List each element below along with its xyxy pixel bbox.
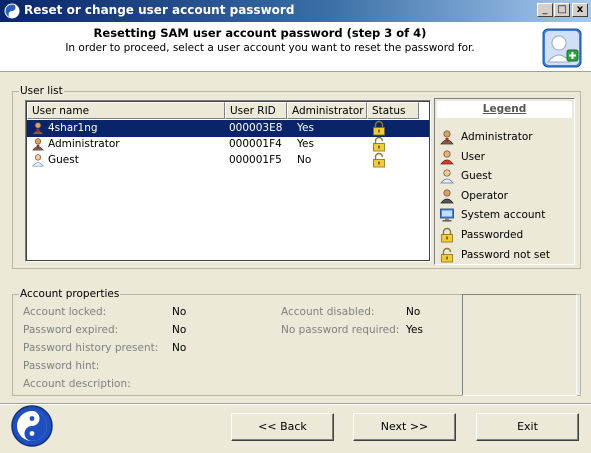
- user-rid-cell: 000001F4: [229, 138, 282, 150]
- footer-separator: [0, 403, 591, 405]
- legend-item-label: Administrator: [461, 131, 533, 143]
- legend-item-label: User: [461, 150, 485, 163]
- legend-item: User: [437, 149, 574, 165]
- administrator-cell: Yes: [297, 138, 314, 150]
- passworded-icon: [439, 227, 455, 243]
- next-button[interactable]: Next >>: [353, 413, 456, 441]
- legend-item: Operator: [437, 188, 574, 204]
- legend-panel: Legend Administrator User Guest Operator Sys…: [434, 98, 575, 265]
- account-disabled-value: No: [406, 306, 421, 318]
- column-administrator[interactable]: Administrator: [287, 102, 367, 119]
- minimize-button[interactable]: _: [537, 3, 553, 17]
- account-locked-value: No: [172, 306, 187, 318]
- user-name-cell: 4shar1ng: [48, 122, 98, 134]
- legend-title: Legend: [482, 103, 527, 115]
- list-header: User name User RID Administrator Status: [27, 102, 429, 119]
- table-row[interactable]: Administrator 000001F4 Yes: [27, 136, 429, 153]
- exit-button[interactable]: Exit: [476, 413, 579, 441]
- legend-header: Legend: [437, 101, 572, 118]
- user-list-view[interactable]: User name User RID Administrator Status …: [25, 100, 431, 262]
- maximize-button[interactable]: □: [554, 3, 570, 17]
- step-subtitle: In order to proceed, select a user accou…: [65, 42, 475, 54]
- legend-item: Administrator: [437, 129, 574, 145]
- guest-icon: [31, 153, 45, 167]
- wizard-header: Resetting SAM user account password (ste…: [0, 22, 591, 72]
- password-expired-label: Password expired:: [23, 324, 119, 336]
- password-history-value: No: [172, 342, 187, 354]
- legend-item-label: Passworded: [461, 229, 524, 241]
- legend-item-label: Password not set: [461, 248, 550, 261]
- table-row[interactable]: 4shar1ng 000003E8 Yes: [27, 120, 429, 137]
- administrator-icon: [31, 121, 45, 135]
- account-locked-label: Account locked:: [23, 306, 107, 318]
- close-button[interactable]: x: [572, 3, 588, 17]
- administrator-cell: Yes: [297, 122, 314, 134]
- wizard-window: Reset or change user account password _ …: [0, 0, 591, 453]
- back-button[interactable]: << Back: [231, 413, 334, 441]
- guest-icon: [439, 168, 455, 184]
- user-name-cell: Guest: [48, 154, 79, 166]
- password-not-set-icon: [371, 152, 387, 168]
- legend-item: Passworded: [437, 227, 574, 243]
- operator-icon: [439, 188, 455, 204]
- administrator-icon: [439, 129, 455, 145]
- account-description-label: Account description:: [23, 378, 131, 390]
- user-rid-cell: 000001F5: [229, 154, 282, 166]
- user-name-cell: Administrator: [48, 138, 120, 150]
- user-rid-cell: 000003E8: [229, 122, 283, 134]
- account-picture-frame: [462, 294, 577, 396]
- administrator-cell: No: [297, 154, 312, 166]
- legend-item: Guest: [437, 168, 574, 184]
- step-title: Resetting SAM user account password (ste…: [93, 26, 427, 40]
- password-not-set-icon: [439, 247, 455, 263]
- legend-item: Password not set: [437, 247, 574, 263]
- password-expired-value: No: [172, 324, 187, 336]
- account-disabled-label: Account disabled:: [281, 306, 375, 318]
- password-hint-label: Password hint:: [23, 360, 100, 372]
- administrator-icon: [31, 137, 45, 151]
- window-title: Reset or change user account password: [24, 3, 295, 17]
- user-icon: [439, 149, 455, 165]
- app-icon: [4, 3, 20, 19]
- column-status[interactable]: Status: [367, 102, 419, 119]
- legend-item-label: System account: [461, 209, 546, 222]
- user-add-icon: [542, 28, 582, 68]
- user-list-label: User list: [19, 85, 64, 97]
- yin-yang-logo-icon: [11, 405, 53, 447]
- password-not-set-icon: [371, 136, 387, 152]
- system-account-icon: [439, 207, 455, 223]
- column-user-name[interactable]: User name: [27, 102, 225, 119]
- legend-item-label: Guest: [461, 170, 492, 183]
- column-user-rid[interactable]: User RID: [225, 102, 287, 119]
- account-properties-label: Account properties: [19, 288, 121, 300]
- password-history-label: Password history present:: [23, 342, 159, 354]
- legend-item-label: Operator: [461, 189, 508, 202]
- no-password-required-label: No password required:: [281, 324, 400, 336]
- table-row[interactable]: Guest 000001F5 No: [27, 152, 429, 169]
- legend-item: System account: [437, 207, 574, 223]
- title-bar[interactable]: Reset or change user account password _ …: [0, 0, 591, 22]
- passworded-icon: [371, 120, 387, 136]
- no-password-required-value: Yes: [406, 324, 423, 336]
